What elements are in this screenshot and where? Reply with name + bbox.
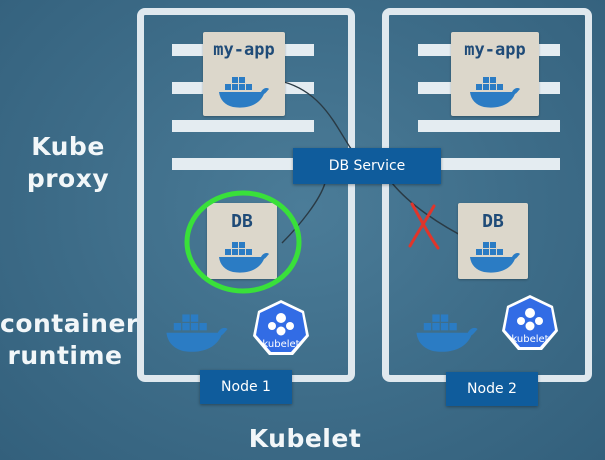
kubelet-label: Kubelet xyxy=(240,423,370,455)
db-label: DB xyxy=(482,211,504,232)
kubelet-logo-text: kubelet xyxy=(511,334,549,345)
my-app-label: my-app xyxy=(464,40,526,60)
docker-whale-icon xyxy=(470,77,520,108)
node-2-label-box[interactable]: Node 2 xyxy=(446,372,538,406)
kubelet-logo-icon: kubelet xyxy=(501,293,559,353)
kubelet-logo-text: kubelet xyxy=(262,339,300,350)
db-service-box[interactable]: DB Service xyxy=(293,148,441,184)
my-app-card-node-2[interactable]: my-app xyxy=(451,32,539,116)
kubelet-label-text: Kubelet xyxy=(248,424,362,453)
my-app-label: my-app xyxy=(213,40,275,60)
kubelet-logo-icon: kubelet xyxy=(252,298,310,358)
node-2-label: Node 2 xyxy=(467,381,517,397)
docker-whale-icon xyxy=(219,77,269,108)
highlight-circle xyxy=(184,190,302,294)
db-service-label: DB Service xyxy=(328,158,406,174)
my-app-card-node-1[interactable]: my-app xyxy=(203,32,285,116)
docker-whale-icon xyxy=(416,314,478,352)
node-1-label: Node 1 xyxy=(221,379,271,395)
db-card-node-2[interactable]: DB xyxy=(458,203,528,279)
cross-icon xyxy=(408,202,440,250)
docker-whale-icon xyxy=(470,242,520,273)
node-1-label-box[interactable]: Node 1 xyxy=(200,370,292,404)
docker-whale-icon xyxy=(166,314,228,352)
